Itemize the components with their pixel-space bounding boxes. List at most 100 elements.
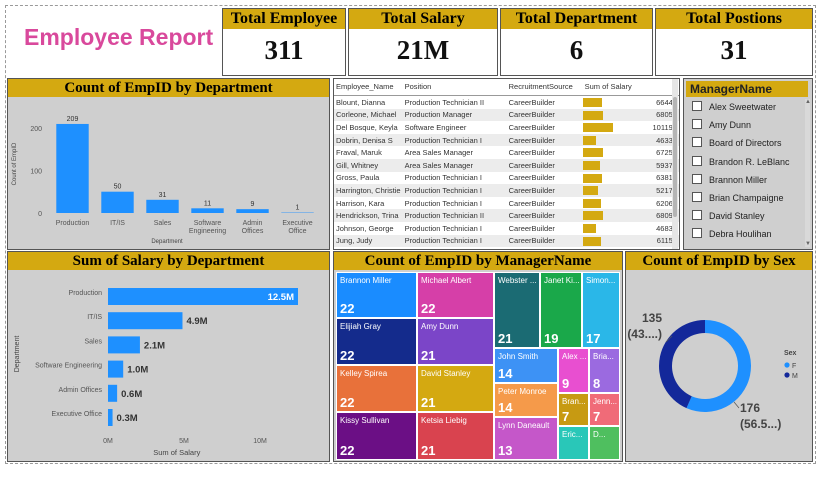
y-axis-label: Department (14, 336, 21, 373)
table-row[interactable]: Corleone, Michael Production Manager Caree… (334, 108, 679, 122)
table-row[interactable]: Dobrin, Denisa S Production Technician IC… (334, 133, 679, 147)
treemap-panel: Count of EmpID by ManagerName Brannon Mi… (333, 251, 623, 462)
treemap-cell-name: Eric... (562, 430, 583, 439)
treemap-cell-count: 17 (586, 331, 601, 346)
table-cell: CareerBuilder (508, 122, 555, 132)
y-tick-label: IT/IS (87, 314, 102, 321)
kpi-total-positions: Total Postions 31 (655, 8, 813, 76)
treemap-cell[interactable]: Elijiah Gray 22 (336, 318, 417, 365)
checkbox[interactable] (692, 119, 702, 130)
treemap-cell[interactable]: Bran... 7 (558, 393, 589, 426)
table-row[interactable]: Gill, Whitney Area Sales Manager CareerBui… (334, 158, 679, 172)
treemap-cell[interactable]: Peter Monroe 14 (494, 383, 558, 417)
checkbox[interactable] (692, 228, 702, 239)
slicer-item[interactable]: Amy Dunn (692, 119, 751, 130)
slicer-item[interactable]: Brian Champaigne (692, 192, 784, 203)
x-tick-label: Software (194, 220, 222, 227)
treemap-cell[interactable]: Janet Ki... 19 (540, 272, 582, 348)
table-row[interactable]: Hendrickson, Trina Production Technician … (334, 209, 679, 222)
treemap-cell-name: Bran... (562, 397, 586, 406)
treemap-cell-count: 7 (593, 409, 601, 424)
donut-slice (659, 320, 705, 409)
salary-databar (582, 173, 602, 183)
treemap-cell[interactable]: Bria... 8 (589, 348, 620, 393)
data-label: 50 (114, 184, 122, 191)
column-header[interactable]: Employee_Name (334, 79, 403, 96)
x-tick-label: Offices (242, 228, 264, 235)
x-tick-label: Sales (154, 220, 172, 227)
column-header[interactable]: RecruitmentSource (506, 79, 583, 96)
treemap-cell[interactable]: Kelley Spirea 22 (336, 365, 417, 412)
table-row[interactable]: Jung, Judy Production Technician I CareerB… (334, 234, 679, 248)
treemap-cell[interactable]: David Stanley 21 (417, 365, 494, 412)
legend-title: Sex (784, 350, 797, 357)
treemap-cell[interactable]: Eric... (558, 426, 589, 460)
table-row[interactable]: Del Bosque, Keyla Software Engineer Career… (334, 121, 679, 134)
scrollbar-thumb[interactable] (673, 97, 677, 217)
slicer-item-label: Debra Houlihan (709, 229, 772, 240)
table-row[interactable]: Johnson, George Production Technician I Ca… (334, 222, 679, 235)
treemap-cell-name: Kissy Sullivan (340, 416, 390, 425)
x-tick-label: 0M (103, 438, 113, 445)
treemap-cell[interactable]: Simon... 17 (582, 272, 620, 348)
table-cell: CareerBuilder (508, 148, 555, 158)
x-tick-label: 10M (253, 438, 267, 445)
legend-marker (784, 372, 790, 378)
checkbox[interactable] (692, 173, 702, 184)
slicer-item[interactable]: Board of Directors (692, 137, 782, 148)
slicer-scrollbar[interactable]: ▲ ▼ (805, 99, 811, 247)
slicer-item[interactable]: Alex Sweetwater (692, 101, 776, 112)
column-header[interactable]: Sum of Salary (582, 79, 679, 96)
table-cell: Production Technician II (404, 97, 485, 107)
scroll-up-icon[interactable]: ▲ (805, 99, 811, 105)
treemap-cell[interactable]: Lynn Daneault 13 (494, 417, 558, 460)
data-label: 12.5M (268, 292, 294, 303)
table-cell: Jung, Judy (334, 234, 403, 248)
slicer-item[interactable]: Brandon R. LeBlanc (692, 155, 790, 167)
column-header[interactable]: Position (402, 79, 507, 96)
checkbox[interactable] (692, 155, 702, 166)
table-cell: CareerBuilder (506, 209, 583, 222)
salary-databar (582, 123, 613, 133)
table-cell: Production Technician I (402, 133, 507, 147)
table-cell: CareerBuilder (506, 133, 583, 147)
checkbox[interactable] (692, 210, 702, 221)
checkbox[interactable] (692, 137, 702, 148)
table-row[interactable]: Gross, Paula Production Technician I Caree… (334, 172, 679, 185)
treemap-cell[interactable]: D... (589, 426, 620, 460)
slicer-item[interactable]: Brannon Miller (692, 173, 767, 185)
data-label: 176 (740, 401, 760, 415)
slicer-item[interactable]: David Stanley (692, 210, 765, 221)
treemap-cell[interactable]: Alex ... 9 (558, 348, 589, 393)
treemap-cell[interactable]: Webster ... 21 (494, 272, 540, 348)
x-tick-label: Office (288, 228, 306, 235)
table-row[interactable]: Harrington, Christie Production Technicia… (334, 184, 679, 197)
y-tick-label: 200 (30, 126, 42, 133)
table-row[interactable]: Fraval, Maruk Area Sales Manager CareerBui… (334, 146, 679, 159)
treemap-cell[interactable]: Kissy Sullivan 22 (336, 412, 417, 460)
salary-databar (582, 223, 597, 233)
table-cell: Fraval, Maruk (336, 148, 382, 158)
scroll-down-icon[interactable]: ▼ (805, 241, 811, 247)
table-row[interactable]: Harrison, Kara Production Technician I Car… (334, 197, 679, 210)
checkbox[interactable] (692, 101, 702, 111)
treemap-cell[interactable]: Ketsia Liebig 21 (417, 412, 494, 460)
treemap-cell-name: Michael Albert (421, 276, 472, 285)
slicer-item-label: Brian Champaigne (709, 193, 784, 203)
checkbox[interactable] (692, 192, 702, 202)
treemap-cell[interactable]: Brannon Miller 22 (336, 272, 417, 318)
treemap-cell[interactable]: Amy Dunn 21 (417, 318, 494, 365)
treemap-cell-name: Webster ... (498, 276, 537, 285)
treemap-cell-count: 8 (593, 376, 601, 391)
treemap-cell[interactable]: John Smith 14 (494, 348, 558, 383)
treemap-cell[interactable]: Jenn... 7 (589, 393, 620, 426)
table-cell: Johnson, George (336, 223, 394, 233)
treemap-cell[interactable]: Michael Albert 22 (417, 272, 494, 318)
table-scrollbar[interactable] (672, 79, 678, 249)
slicer-item[interactable]: Debra Houlihan (692, 228, 772, 239)
table-row[interactable]: Blount, Dianna Production Technician II Ca… (334, 96, 679, 109)
treemap-cell-count: 22 (340, 301, 355, 316)
slicer-item-label: Amy Dunn (709, 120, 752, 131)
treemap-cell-count: 14 (498, 366, 513, 381)
table-cell: 67251 (582, 146, 679, 159)
